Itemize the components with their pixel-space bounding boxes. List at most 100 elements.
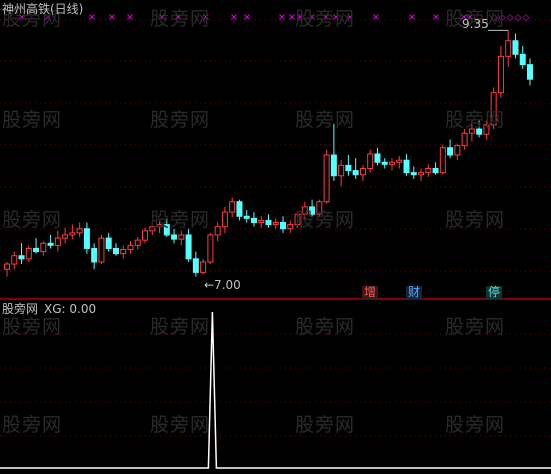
candle-body bbox=[207, 234, 214, 263]
candle[interactable] bbox=[4, 261, 10, 277]
candle[interactable] bbox=[439, 144, 446, 175]
candlestick-series[interactable] bbox=[4, 30, 533, 277]
candle[interactable] bbox=[156, 220, 163, 233]
candle[interactable] bbox=[54, 230, 61, 252]
candle[interactable] bbox=[505, 30, 512, 67]
candle[interactable] bbox=[330, 123, 337, 181]
candle[interactable] bbox=[76, 222, 83, 238]
candle[interactable] bbox=[149, 222, 156, 235]
candle[interactable] bbox=[359, 165, 366, 181]
candle[interactable] bbox=[178, 230, 185, 246]
candle[interactable] bbox=[250, 212, 257, 227]
candle[interactable] bbox=[490, 87, 497, 130]
candle[interactable] bbox=[11, 251, 18, 270]
candle[interactable] bbox=[40, 241, 47, 256]
candle[interactable] bbox=[527, 58, 533, 86]
x-marker: × bbox=[432, 12, 440, 23]
candle[interactable] bbox=[425, 164, 432, 177]
candle[interactable] bbox=[236, 199, 243, 221]
candle[interactable] bbox=[497, 45, 504, 98]
candle[interactable] bbox=[134, 237, 141, 250]
candle[interactable] bbox=[418, 168, 425, 181]
candle-body bbox=[134, 239, 141, 246]
candle[interactable] bbox=[120, 245, 127, 259]
candle[interactable] bbox=[171, 228, 178, 244]
candle[interactable] bbox=[280, 216, 287, 233]
tag-ting[interactable]: 停 bbox=[486, 286, 503, 299]
xg-indicator-series[interactable] bbox=[0, 311, 551, 469]
candle[interactable] bbox=[309, 199, 316, 218]
candle[interactable] bbox=[69, 224, 76, 240]
candle-body bbox=[250, 217, 257, 224]
x-marker: × bbox=[126, 12, 134, 23]
candle[interactable] bbox=[294, 212, 301, 228]
candle-body bbox=[316, 201, 323, 215]
candle-body bbox=[461, 132, 468, 147]
candle[interactable] bbox=[112, 243, 119, 256]
candle[interactable] bbox=[396, 156, 403, 169]
candle[interactable] bbox=[476, 120, 483, 138]
candle[interactable] bbox=[512, 33, 519, 59]
candle[interactable] bbox=[258, 216, 265, 228]
candle[interactable] bbox=[25, 245, 32, 262]
candle-body bbox=[178, 234, 185, 240]
candle[interactable] bbox=[323, 149, 330, 204]
candle[interactable] bbox=[432, 162, 439, 175]
x-marker: × bbox=[158, 12, 166, 23]
candle-body bbox=[142, 230, 149, 241]
candle[interactable] bbox=[185, 228, 192, 262]
candle[interactable] bbox=[519, 45, 526, 69]
candle[interactable] bbox=[374, 147, 381, 166]
candle[interactable] bbox=[192, 251, 199, 277]
tag-zeng[interactable]: 增 bbox=[362, 286, 379, 299]
candle[interactable] bbox=[221, 206, 228, 233]
candle[interactable] bbox=[98, 234, 105, 265]
candle[interactable] bbox=[468, 123, 475, 142]
candle[interactable] bbox=[338, 160, 345, 187]
candle-body bbox=[439, 147, 446, 174]
candle[interactable] bbox=[207, 232, 214, 265]
candle[interactable] bbox=[272, 218, 279, 229]
candle[interactable] bbox=[301, 201, 308, 221]
candle[interactable] bbox=[200, 258, 207, 275]
candle[interactable] bbox=[105, 232, 112, 252]
diamond-marker: ◇ bbox=[507, 13, 514, 23]
candle[interactable] bbox=[243, 210, 250, 223]
candle[interactable] bbox=[127, 241, 134, 254]
stock-chart-window: × × × × × × × × × × × × × × × × × × × × × × ◇ ◇ ◇ ◇ ◇ 股旁网 股旁网 股旁网 … bbox=[0, 0, 551, 474]
candle[interactable] bbox=[214, 222, 221, 242]
candle[interactable] bbox=[447, 139, 454, 159]
candle[interactable] bbox=[229, 197, 236, 218]
candle[interactable] bbox=[381, 158, 388, 169]
candle-body bbox=[497, 55, 504, 94]
candle-body bbox=[323, 154, 330, 203]
candle-body bbox=[447, 147, 454, 156]
tag-cai[interactable]: 财 bbox=[406, 286, 423, 299]
candle[interactable] bbox=[454, 143, 461, 161]
xg-indicator-value: XG: 0.00 bbox=[44, 302, 97, 316]
candle[interactable] bbox=[265, 214, 272, 228]
candle[interactable] bbox=[18, 243, 25, 265]
candle[interactable] bbox=[403, 153, 410, 176]
candle[interactable] bbox=[47, 234, 54, 249]
candle[interactable] bbox=[33, 238, 40, 254]
x-marker: × bbox=[296, 12, 304, 23]
candle[interactable] bbox=[62, 227, 69, 244]
xg-line bbox=[0, 311, 551, 469]
candle[interactable] bbox=[461, 129, 468, 150]
candle[interactable] bbox=[83, 222, 90, 254]
candle[interactable] bbox=[367, 149, 374, 173]
candle[interactable] bbox=[410, 166, 417, 179]
candle[interactable] bbox=[345, 155, 352, 176]
candle[interactable] bbox=[483, 120, 490, 140]
x-marker: × bbox=[372, 12, 380, 23]
candle[interactable] bbox=[163, 218, 170, 238]
candle-body bbox=[243, 215, 250, 219]
candle[interactable] bbox=[91, 243, 98, 270]
candle[interactable] bbox=[287, 220, 294, 233]
candle[interactable] bbox=[142, 227, 149, 244]
candle[interactable] bbox=[388, 158, 395, 171]
candle-body bbox=[403, 159, 410, 174]
candle[interactable] bbox=[352, 158, 359, 179]
candle[interactable] bbox=[316, 199, 323, 218]
